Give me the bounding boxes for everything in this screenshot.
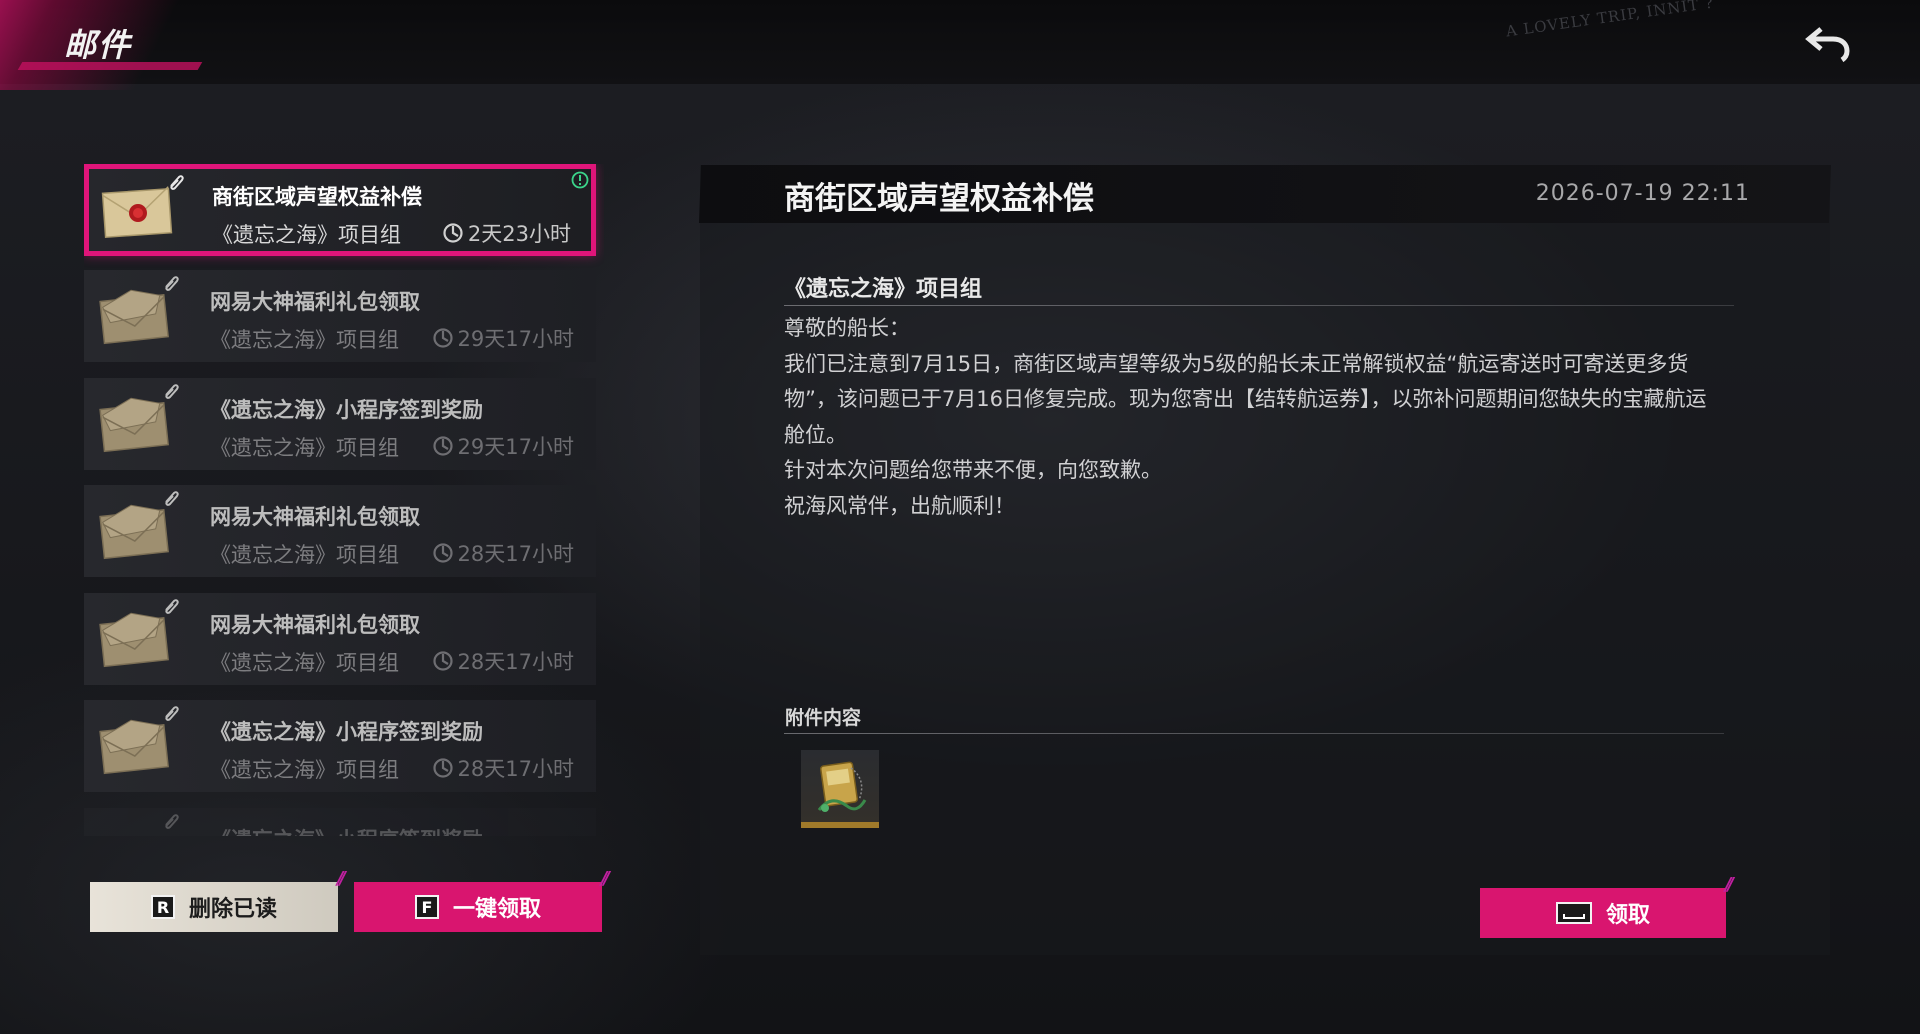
clock-icon [432, 650, 453, 671]
mail-expiry: 29天17小时 [432, 323, 574, 353]
mail-expiry: 28天17小时 [432, 753, 574, 783]
mail-expiry: 29天17小时 [432, 431, 574, 461]
mail-screen: 邮件 A LOVELY TRIP, INNIT ? 商街区域声望权益补偿 《遗忘… [0, 0, 1920, 1034]
mail-detail-panel: 商街区域声望权益补偿 2026-07-19 22:11 《遗忘之海》项目组 尊敬… [698, 165, 1832, 955]
mail-item[interactable]: 商街区域声望权益补偿 《遗忘之海》项目组 2天23小时 [84, 164, 596, 256]
back-button[interactable] [1800, 18, 1856, 68]
attachments-label: 附件内容 [785, 707, 862, 729]
top-bar: 邮件 A LOVELY TRIP, INNIT ? [0, 0, 1920, 90]
mail-title: 《遗忘之海》小程序签到奖励 [210, 720, 483, 744]
hotkey-r: R [150, 895, 175, 919]
mail-title: 《遗忘之海》小程序签到奖励 [210, 824, 483, 837]
mail-expiry-text: 28天17小时 [457, 649, 574, 674]
delete-read-label: 删除已读 [188, 897, 277, 922]
clock-icon [432, 543, 453, 563]
mail-expiry: 2天23小时 [442, 218, 571, 248]
mail-expiry-text: 29天17小时 [457, 434, 574, 459]
attachment-clip-icon [165, 276, 179, 291]
attachments-divider [784, 733, 1724, 734]
clock-icon [432, 435, 453, 456]
rarity-bar [801, 822, 879, 828]
clock-icon [432, 758, 453, 778]
attachment-clip-icon [170, 175, 184, 190]
detail-sender: 《遗忘之海》项目组 [784, 277, 983, 302]
mail-expiry: 28天17小时 [432, 538, 574, 568]
clock-icon [432, 328, 453, 348]
mail-title: 网易大神福利礼包领取 [210, 612, 420, 637]
mail-expiry: 28天17小时 [432, 646, 574, 676]
mail-item[interactable]: 《遗忘之海》小程序签到奖励 《遗忘之海》项目组 28天17小时 [84, 700, 596, 792]
mail-expiry-text: 28天17小时 [457, 542, 574, 566]
mail-sender: 《遗忘之海》项目组 [210, 543, 399, 567]
body-apology: 针对本次问题给您带来不便，向您致歉。 [784, 458, 1162, 482]
detail-title: 商街区域声望权益补偿 [784, 181, 1094, 217]
claim-all-label: 一键领取 [452, 897, 541, 922]
sender-divider [784, 305, 1734, 306]
claim-all-button[interactable]: F 一键领取 // [354, 868, 610, 932]
mail-list: 商街区域声望权益补偿 《遗忘之海》项目组 2天23小时 网易大神福利礼包领取 《… [84, 164, 604, 836]
attachment-clip-icon [165, 491, 179, 506]
attachment-clip-icon [165, 813, 179, 829]
mail-title: 《遗忘之海》小程序签到奖励 [210, 397, 483, 422]
slash-decoration-icon: // [336, 868, 346, 889]
mail-item[interactable]: 网易大神福利礼包领取 《遗忘之海》项目组 28天17小时 [84, 485, 596, 577]
page-title: 邮件 [64, 26, 133, 64]
back-arrow-icon [1805, 27, 1850, 63]
body-greeting: 尊敬的船长： [784, 316, 910, 340]
mail-sender: 《遗忘之海》项目组 [210, 758, 399, 782]
claim-button[interactable]: 领取 // [1480, 874, 1734, 938]
slash-decoration-icon: // [1724, 874, 1734, 895]
attachment-clip-icon [165, 383, 179, 399]
mail-item[interactable]: 网易大神福利礼包领取 《遗忘之海》项目组 29天17小时 [84, 270, 596, 362]
mail-sender: 《遗忘之海》项目组 [210, 328, 399, 352]
mail-expiry-text: 29天17小时 [457, 327, 574, 351]
hotkey-f: F [414, 895, 439, 919]
mail-expiry-text: 28天17小时 [457, 757, 574, 781]
voucher-item-icon [817, 761, 867, 812]
detail-body: 尊敬的船长： 我们已注意到7月15日，商街区域声望等级为5级的船长未正常解锁权益… [784, 311, 1724, 524]
detail-date: 2026-07-19 22:11 [1535, 181, 1750, 206]
new-mail-badge-icon [571, 171, 589, 189]
claim-label: 领取 [1605, 903, 1650, 928]
slash-decoration-icon: // [600, 868, 610, 889]
mail-item[interactable]: 网易大神福利礼包领取 《遗忘之海》项目组 28天17小时 [84, 592, 596, 685]
mail-item[interactable]: 《遗忘之海》小程序签到奖励 [84, 807, 596, 837]
mail-sender: 《遗忘之海》项目组 [212, 223, 401, 247]
mail-title: 网易大神福利礼包领取 [210, 290, 420, 314]
header-scribble-text: A LOVELY TRIP, INNIT ? [1504, 0, 1716, 41]
mail-title: 网易大神福利礼包领取 [210, 505, 420, 529]
delete-read-button[interactable]: R 删除已读 // [90, 868, 346, 932]
space-key-icon [1555, 902, 1592, 924]
attachment-clip-icon [165, 598, 179, 614]
mail-expiry-text: 2天23小时 [467, 222, 571, 246]
attachment-slot[interactable] [801, 750, 879, 828]
mail-sender: 《遗忘之海》项目组 [210, 650, 399, 675]
body-paragraph: 我们已注意到7月15日，商街区域声望等级为5级的船长未正常解锁权益“航运寄送时可… [784, 351, 1707, 447]
attachment-clip-icon [165, 706, 179, 721]
mail-title: 商街区域声望权益补偿 [212, 185, 422, 209]
mail-sender: 《遗忘之海》项目组 [210, 435, 399, 460]
body-closing: 祝海风常伴，出航顺利！ [784, 493, 1015, 518]
clock-icon [443, 223, 463, 243]
mail-item[interactable]: 《遗忘之海》小程序签到奖励 《遗忘之海》项目组 29天17小时 [84, 377, 596, 470]
